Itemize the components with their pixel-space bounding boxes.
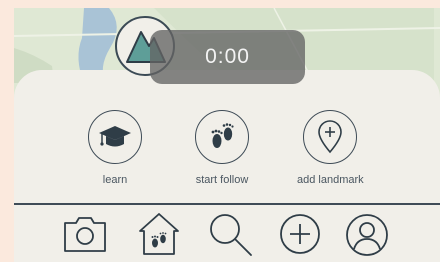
home-footprints-icon[interactable]	[137, 210, 181, 256]
add-landmark-action[interactable]: add landmark	[297, 110, 364, 186]
camera-icon[interactable]	[62, 212, 108, 254]
learn-button[interactable]	[88, 110, 142, 164]
profile-icon[interactable]	[344, 212, 390, 258]
add-landmark-label: add landmark	[297, 174, 364, 186]
map-pin-plus-icon	[318, 120, 343, 154]
add-circle-icon[interactable]	[278, 212, 322, 256]
learn-action[interactable]: learn	[88, 110, 142, 186]
tab-bar-divider	[14, 203, 440, 205]
start-follow-action[interactable]: start follow	[195, 110, 249, 186]
learn-label: learn	[102, 174, 128, 186]
start-follow-label: start follow	[195, 174, 249, 186]
elapsed-timer: 0:00	[150, 30, 305, 84]
graduation-cap-icon	[99, 126, 131, 147]
search-icon[interactable]	[206, 210, 256, 258]
footprints-icon	[211, 123, 234, 148]
start-follow-button[interactable]	[195, 110, 249, 164]
add-landmark-button[interactable]	[303, 110, 358, 164]
